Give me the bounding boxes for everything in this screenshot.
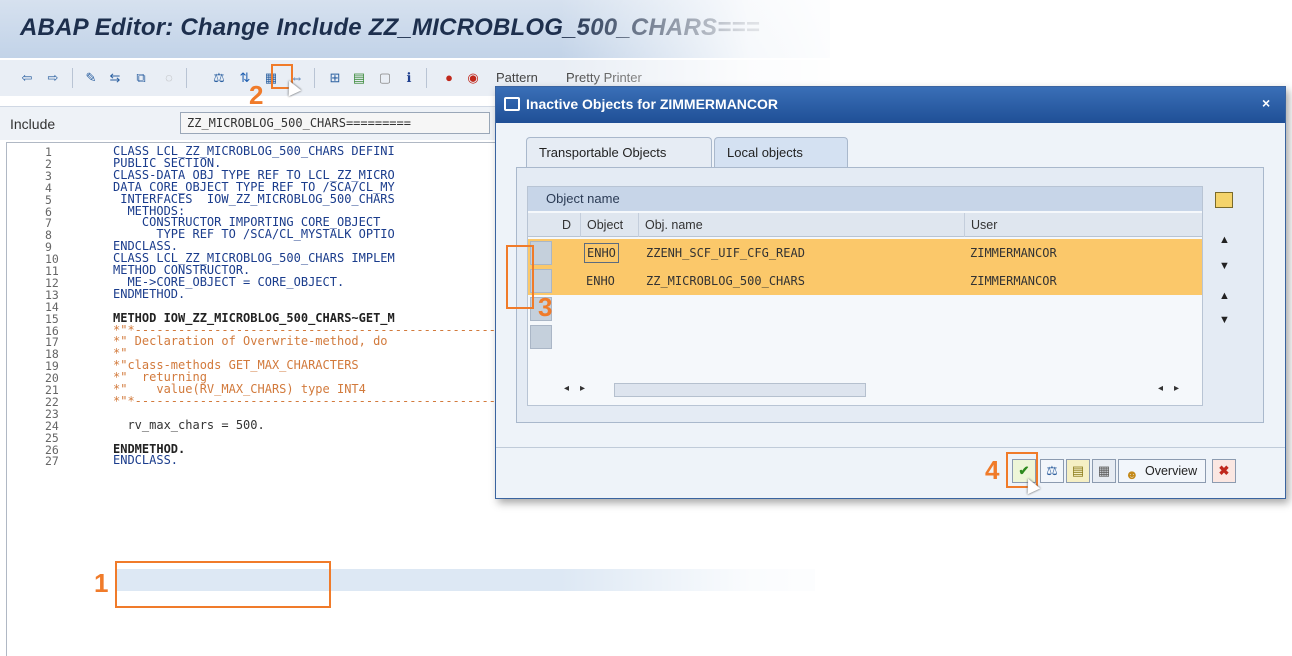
inactive-objects-dialog: Inactive Objects for ZIMMERMANCOR × Tran… xyxy=(495,86,1286,499)
object-list-icon[interactable]: ▤ xyxy=(350,69,368,87)
table-header: D Object Obj. name User xyxy=(528,213,1202,237)
display-change-icon[interactable]: ✎ xyxy=(82,69,100,87)
table-row[interactable]: ENHO ZZ_MICROBLOG_500_CHARS ZIMMERMANCOR xyxy=(528,267,1202,295)
cell-user: ZIMMERMANCOR xyxy=(970,246,1057,260)
cell-user: ZIMMERMANCOR xyxy=(970,274,1057,288)
objects-table: Object name D Object Obj. name User ENHO… xyxy=(527,186,1203,406)
scroll-down-icon[interactable]: ▼ xyxy=(1219,314,1230,326)
toolbar-separator xyxy=(314,68,315,88)
annotation-number-1: 1 xyxy=(94,568,109,598)
scroll-up-icon[interactable]: ▲ xyxy=(1219,234,1230,246)
tab-panel: Object name D Object Obj. name User ENHO… xyxy=(516,167,1264,423)
cell-obj-name: ZZENH_SCF_UIF_CFG_READ xyxy=(646,246,805,260)
scroll-right-icon[interactable]: ▸ xyxy=(1174,383,1179,394)
cancel-button[interactable]: ✖ xyxy=(1212,459,1236,483)
annotation-number-4: 4 xyxy=(985,455,1000,485)
select-all-button[interactable]: ▤ xyxy=(1066,459,1090,483)
annotation-box-3 xyxy=(506,245,534,309)
table-settings-icon[interactable] xyxy=(1215,192,1233,208)
code-line[interactable]: rv_max_chars = 500. xyxy=(113,418,264,432)
toolbar-separator xyxy=(426,68,427,88)
close-icon[interactable]: × xyxy=(1262,95,1270,111)
scrollbar-track[interactable] xyxy=(614,383,866,397)
line-number-gutter: 1 2 3 4 5 6 7 8 9 10 11 12 13 14 15 16 17 18 19 20 21 22 23 24 2… xyxy=(7,143,87,656)
column-header-user[interactable]: User xyxy=(964,213,997,237)
scroll-left-icon[interactable]: ◂ xyxy=(1158,383,1163,394)
overview-label: Overview xyxy=(1145,464,1198,478)
include-field[interactable]: ZZ_MICROBLOG_500_CHARS========= xyxy=(180,112,490,134)
info-icon[interactable]: ℹ xyxy=(400,69,418,87)
code-line[interactable]: *" Declaration of Overwrite-method, do xyxy=(113,334,388,348)
annotation-number-3: 3 xyxy=(538,292,553,322)
column-header-d[interactable]: D xyxy=(556,213,571,237)
scroll-down-icon[interactable]: ▼ xyxy=(1219,260,1230,272)
table-title: Object name xyxy=(528,187,1202,211)
set-breakpoint-icon[interactable]: ● xyxy=(440,69,458,87)
scroll-right-icon[interactable]: ▸ xyxy=(580,383,585,394)
include-label: Include xyxy=(10,116,56,132)
check-icon[interactable]: ⚖ xyxy=(210,69,228,87)
deselect-all-button[interactable]: ▦ xyxy=(1092,459,1116,483)
editor-title: ABAP Editor: Change Include ZZ_MICROBLOG… xyxy=(20,14,760,41)
window-icon xyxy=(504,97,520,111)
scroll-left-icon[interactable]: ◂ xyxy=(564,383,569,394)
back-icon[interactable]: ⇦ xyxy=(18,69,36,87)
hierarchy-icon[interactable]: ⊞ xyxy=(326,69,344,87)
scroll-up-icon[interactable]: ▲ xyxy=(1219,290,1230,302)
column-header-obj-name[interactable]: Obj. name xyxy=(638,213,703,237)
disabled-icon: ◌ xyxy=(165,70,173,85)
dialog-content: Transportable Objects Local objects Obje… xyxy=(506,137,1276,437)
column-header-object[interactable]: Object xyxy=(580,213,623,237)
cell-obj-name: ZZ_MICROBLOG_500_CHARS xyxy=(646,274,805,288)
editor-title-bar: ABAP Editor: Change Include ZZ_MICROBLOG… xyxy=(0,0,830,58)
annotation-number-2: 2 xyxy=(249,80,264,110)
dialog-button-bar: ✔ ⚖ ▤ ▦ ☻ Overview ✖ xyxy=(496,447,1285,495)
horizontal-scrollbar[interactable]: ◂ ▸ ◂ ▸ xyxy=(558,381,1198,397)
code-line[interactable]: ENDMETHOD. xyxy=(113,287,185,301)
table-row[interactable]: ENHO ZZENH_SCF_UIF_CFG_READ ZIMMERMANCOR xyxy=(528,239,1202,267)
user-icon: ☻ xyxy=(1125,467,1139,482)
toolbar-separator xyxy=(186,68,187,88)
where-used-button[interactable]: ⚖ xyxy=(1040,459,1064,483)
forward-icon[interactable]: ⇨ xyxy=(44,69,62,87)
line-number: 27 xyxy=(45,454,59,469)
table-side-controls: ▲ ▼ ▲ ▼ xyxy=(1207,186,1255,406)
table-row xyxy=(528,323,1202,351)
code-line[interactable]: ENDCLASS. xyxy=(113,453,178,467)
active-inactive-icon[interactable]: ⇆ xyxy=(106,69,124,87)
cell-object: ENHO xyxy=(586,274,615,288)
external-breakpoint-icon[interactable]: ◉ xyxy=(464,69,482,87)
dialog-title-bar: Inactive Objects for ZIMMERMANCOR × xyxy=(496,87,1285,123)
display-object-list-icon[interactable]: ▢ xyxy=(376,69,394,87)
pretty-printer-button[interactable]: Pretty Printer xyxy=(566,70,642,85)
table-row xyxy=(528,295,1202,323)
tab-transportable-objects[interactable]: Transportable Objects xyxy=(526,137,712,167)
tab-local-objects[interactable]: Local objects xyxy=(714,137,848,167)
overview-button[interactable]: ☻ Overview xyxy=(1118,459,1206,483)
annotation-box-1 xyxy=(115,561,331,608)
other-object-icon[interactable]: ⧉ xyxy=(132,69,150,87)
row-selector[interactable] xyxy=(530,325,552,349)
dialog-title: Inactive Objects for ZIMMERMANCOR xyxy=(526,96,779,112)
toolbar-separator xyxy=(72,68,73,88)
cell-object: ENHO xyxy=(584,243,619,263)
pattern-button[interactable]: Pattern xyxy=(496,70,538,85)
